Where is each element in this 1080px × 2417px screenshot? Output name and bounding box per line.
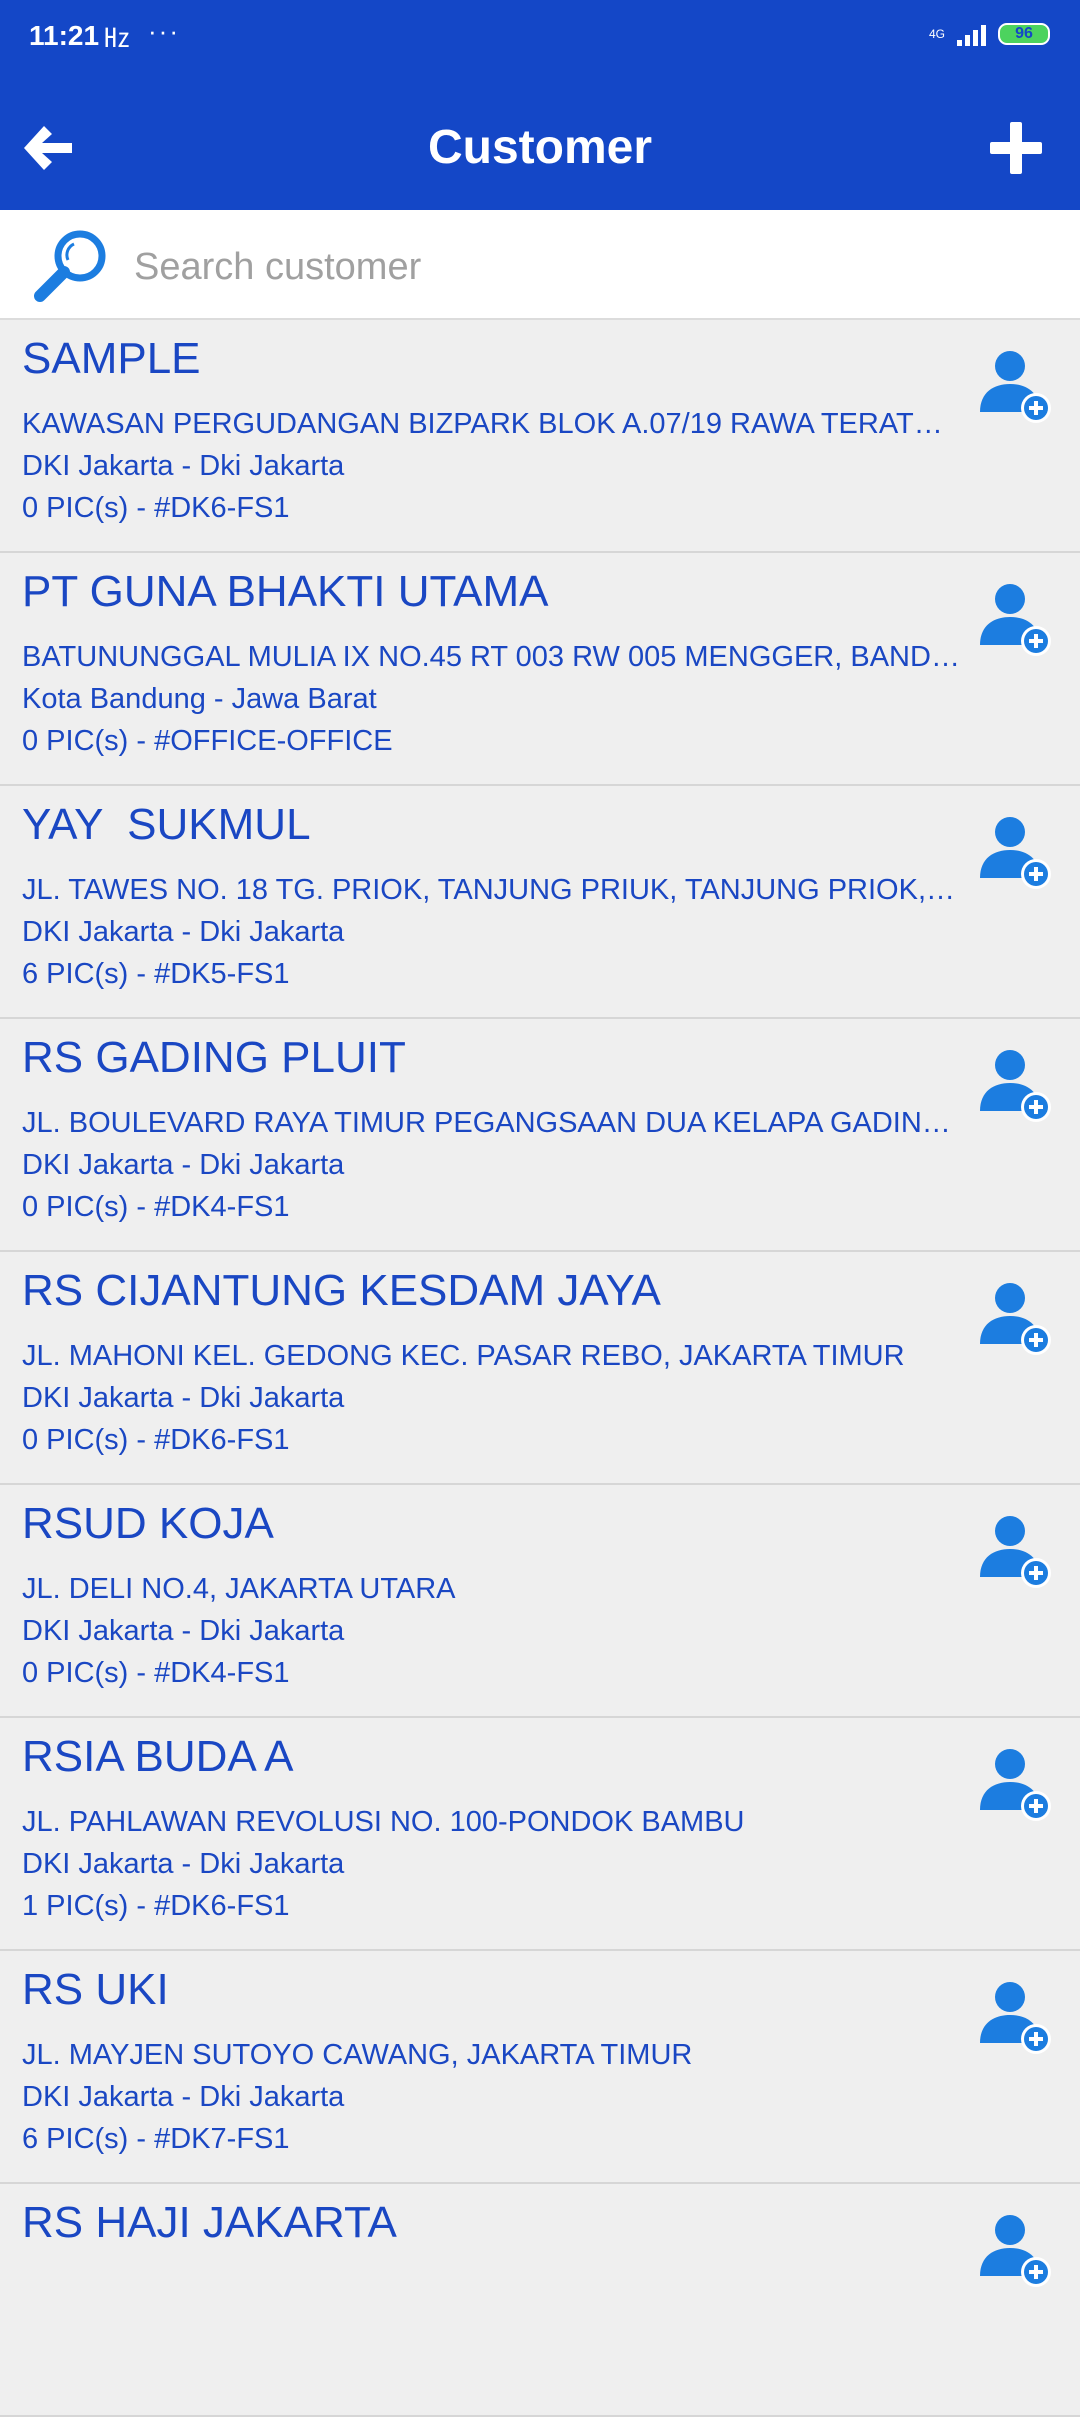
add-person-icon[interactable] [976,579,1056,659]
app-bar: 11:21 ㎐ ··· 4G 96 Customer [0,0,1080,210]
customer-name: RS CIJANTUNG KESDAM JAYA [22,1266,661,1315]
customer-name: YAY SUKMUL [22,800,311,849]
customer-name: SAMPLE [22,334,201,383]
customer-row[interactable]: RS GADING PLUIT JL. BOULEVARD RAYA TIMUR… [0,1019,1080,1252]
customer-pic-count: 0 PIC(s) - #DK6-FS1 [22,1424,290,1456]
customer-city: DKI Jakarta - Dki Jakarta [22,916,345,948]
customer-address: JL. PAHLAWAN REVOLUSI NO. 100-PONDOK BAM… [22,1806,745,1838]
more-notifications-icon: ··· [148,16,180,46]
customer-row[interactable]: RSUD KOJA JL. DELI NO.4, JAKARTA UTARA D… [0,1485,1080,1718]
customer-address: JL. TAWES NO. 18 TG. PRIOK, TANJUNG PRIU… [22,874,962,906]
add-person-icon[interactable] [976,1511,1056,1591]
add-person-icon[interactable] [976,1278,1056,1358]
search-input[interactable] [132,238,1036,296]
customer-row[interactable]: RS CIJANTUNG KESDAM JAYA JL. MAHONI KEL.… [0,1252,1080,1485]
add-customer-icon[interactable] [986,118,1046,178]
customer-city: DKI Jakarta - Dki Jakarta [22,1848,345,1880]
customer-address: JL. MAHONI KEL. GEDONG KEC. PASAR REBO, … [22,1340,905,1372]
add-person-icon[interactable] [976,1045,1056,1125]
customer-name: RS GADING PLUIT [22,1033,406,1082]
customer-city: DKI Jakarta - Dki Jakarta [22,1149,345,1181]
customer-name: RSUD KOJA [22,1499,274,1548]
customer-row[interactable]: RS HAJI JAKARTA [0,2184,1080,2417]
status-time: 11:21 [29,20,100,51]
status-indicators: 4G 96 [929,22,1050,46]
search-icon [34,230,106,302]
customer-row[interactable]: PT GUNA BHAKTI UTAMA BATUNUNGGAL MULIA I… [0,553,1080,786]
customer-name: PT GUNA BHAKTI UTAMA [22,567,549,616]
customer-name: RSIA BUDA A [22,1732,294,1781]
customer-pic-count: 6 PIC(s) - #DK5-FS1 [22,958,290,990]
customer-row[interactable]: RSIA BUDA A JL. PAHLAWAN REVOLUSI NO. 10… [0,1718,1080,1951]
customer-address: JL. MAYJEN SUTOYO CAWANG, JAKARTA TIMUR [22,2039,693,2071]
add-person-icon[interactable] [976,812,1056,892]
customer-row[interactable]: YAY SUKMUL JL. TAWES NO. 18 TG. PRIOK, T… [0,786,1080,1019]
customer-city: DKI Jakarta - Dki Jakarta [22,1382,345,1414]
customer-pic-count: 0 PIC(s) - #DK4-FS1 [22,1657,290,1689]
customer-name: RS HAJI JAKARTA [22,2198,397,2247]
customer-row[interactable]: SAMPLE KAWASAN PERGUDANGAN BIZPARK BLOK … [0,320,1080,553]
customer-city: DKI Jakarta - Dki Jakarta [22,2081,345,2113]
add-person-icon[interactable] [976,346,1056,426]
customer-city: DKI Jakarta - Dki Jakarta [22,450,345,482]
customer-row[interactable]: RS UKI JL. MAYJEN SUTOYO CAWANG, JAKARTA… [0,1951,1080,2184]
battery-icon: 96 [998,23,1050,45]
page-title: Customer [427,121,653,174]
customer-list: SAMPLE KAWASAN PERGUDANGAN BIZPARK BLOK … [0,320,1080,2417]
add-person-icon[interactable] [976,1744,1056,1824]
customer-city: Kota Bandung - Jawa Barat [22,683,377,715]
customer-pic-count: 0 PIC(s) - #OFFICE-OFFICE [22,725,393,757]
customer-address: BATUNUNGGAL MULIA IX NO.45 RT 003 RW 005… [22,641,962,673]
add-person-icon[interactable] [976,2210,1056,2290]
customer-address: KAWASAN PERGUDANGAN BIZPARK BLOK A.07/19… [22,408,962,440]
customer-address: JL. BOULEVARD RAYA TIMUR PEGANGSAAN DUA … [22,1107,962,1139]
search-bar [0,210,1080,320]
network-type: 4G [928,26,945,41]
signal-icon [957,22,986,46]
customer-address: JL. DELI NO.4, JAKARTA UTARA [22,1573,456,1605]
hd-voice-icon: ㎐ [104,23,131,53]
customer-name: RS UKI [22,1965,169,2014]
add-person-icon[interactable] [976,1977,1056,2057]
battery-level: 96 [1015,25,1033,42]
customer-pic-count: 0 PIC(s) - #DK4-FS1 [22,1191,290,1223]
customer-pic-count: 1 PIC(s) - #DK6-FS1 [22,1890,290,1922]
customer-pic-count: 6 PIC(s) - #DK7-FS1 [22,2123,290,2155]
customer-city: DKI Jakarta - Dki Jakarta [22,1615,345,1647]
customer-pic-count: 0 PIC(s) - #DK6-FS1 [22,492,290,524]
